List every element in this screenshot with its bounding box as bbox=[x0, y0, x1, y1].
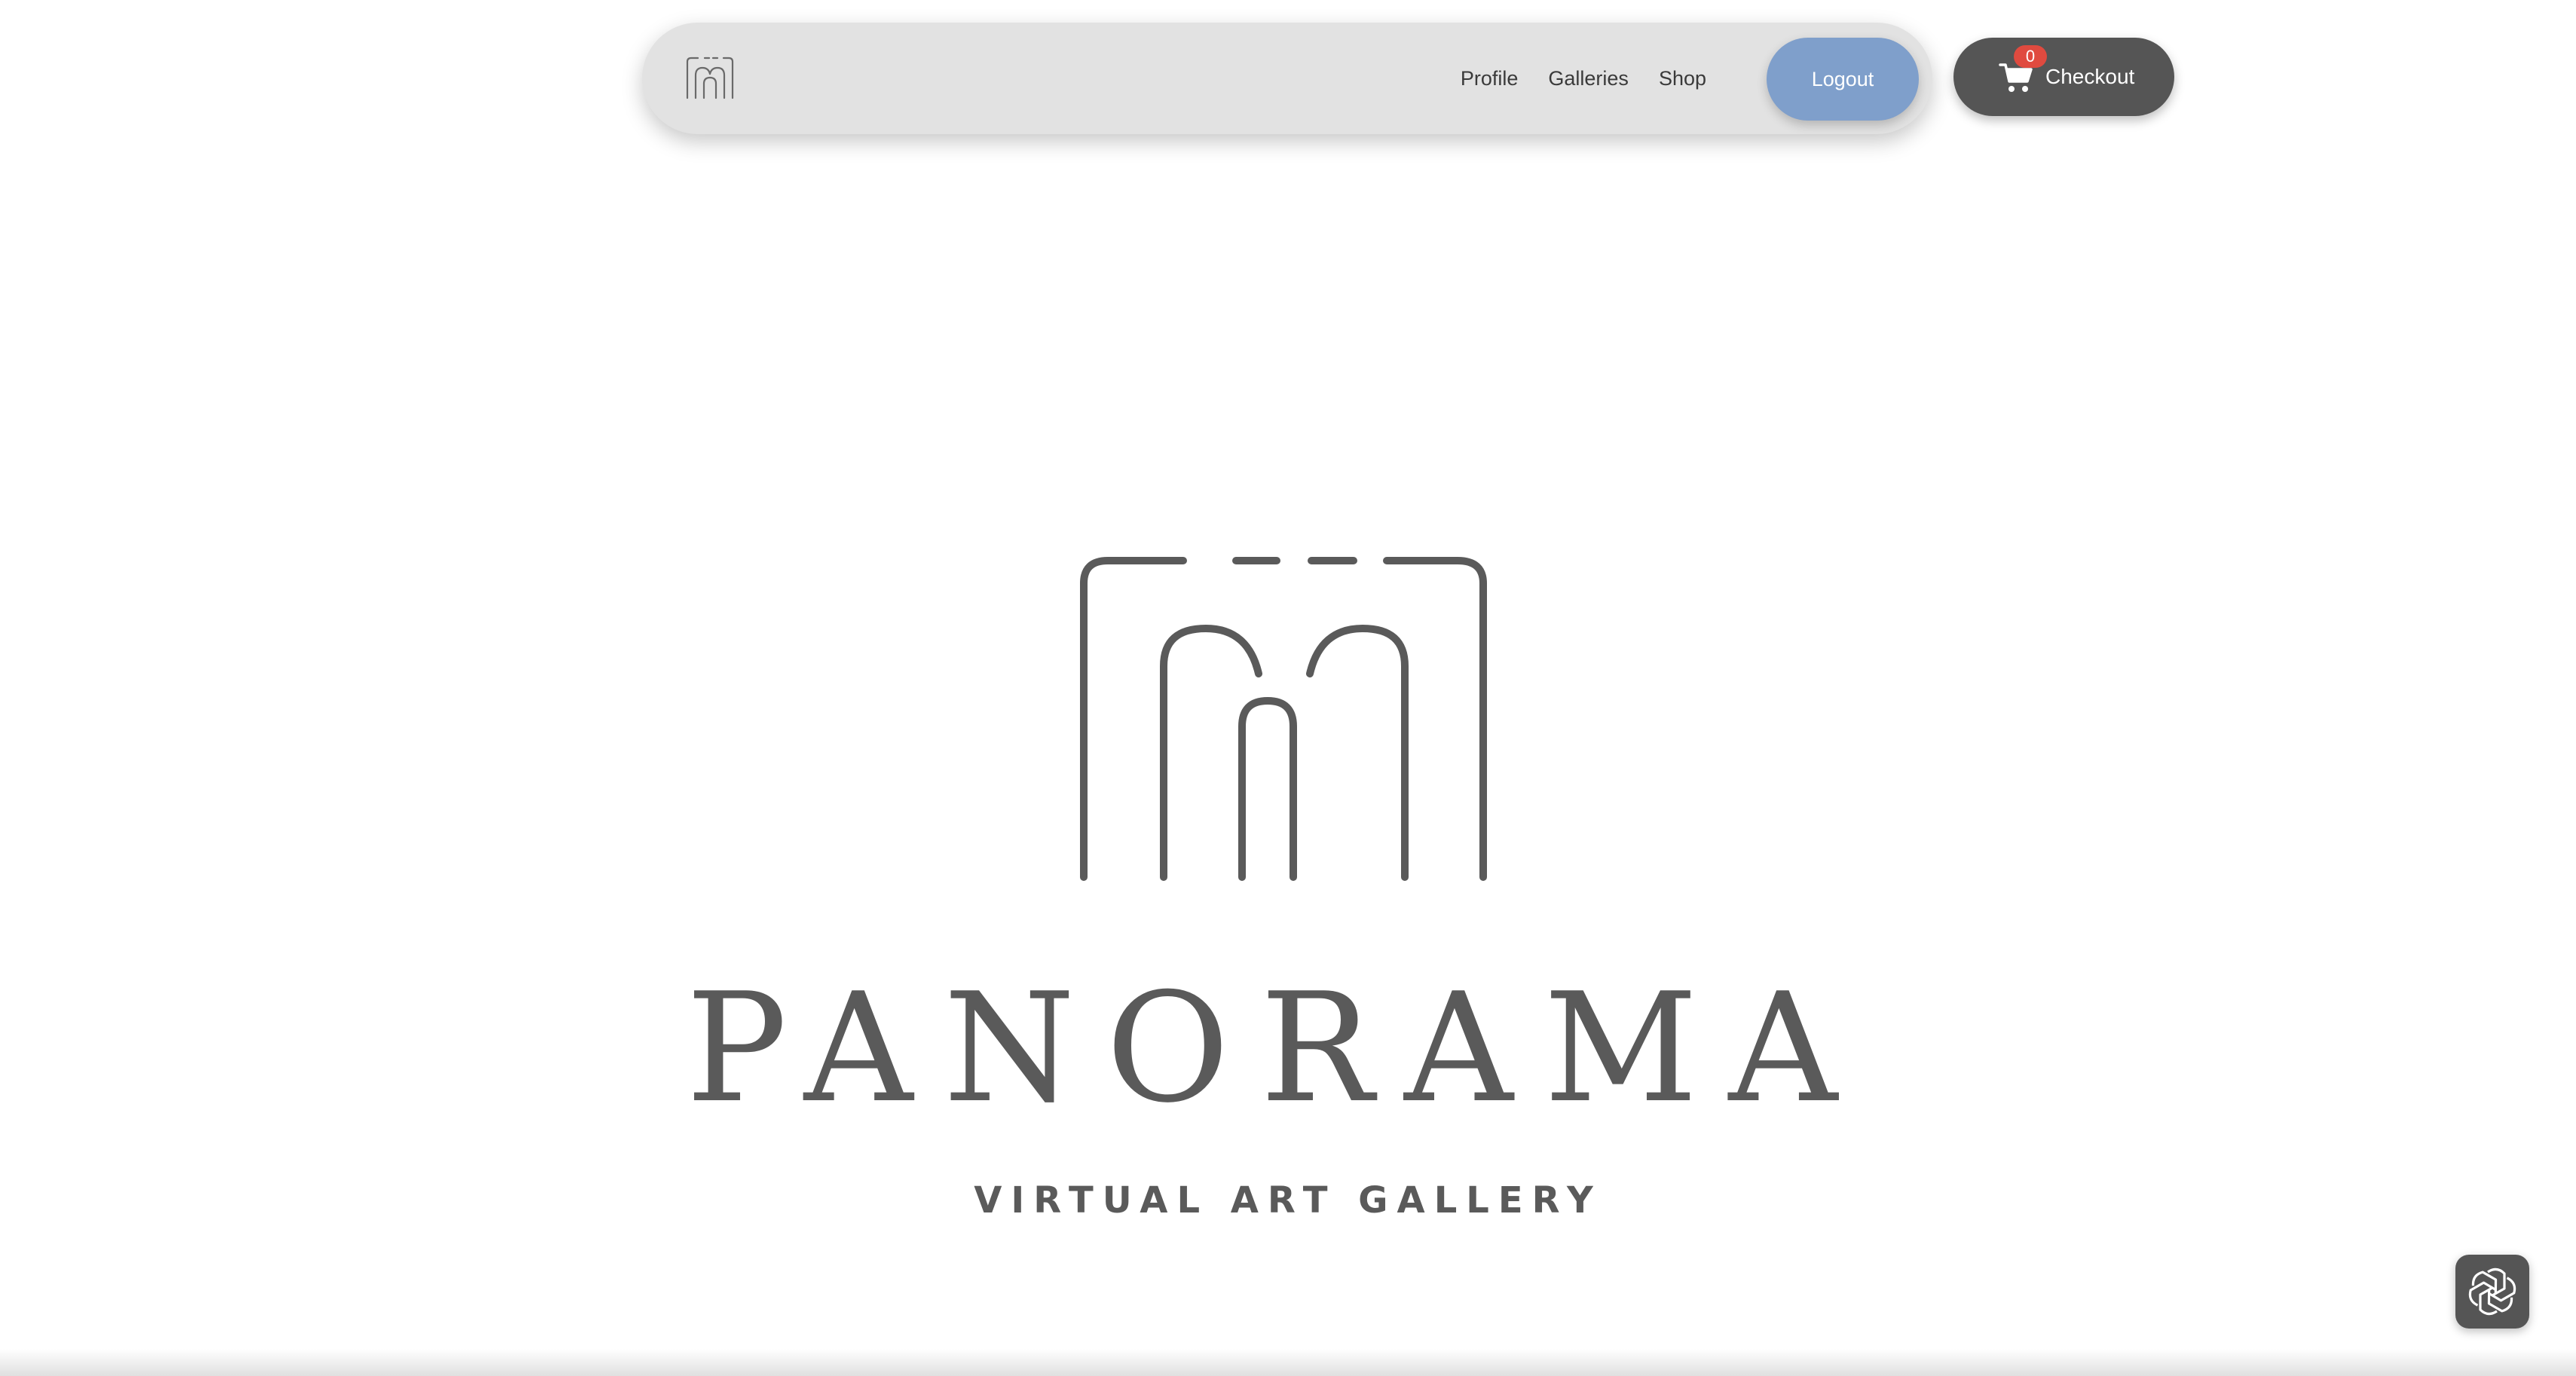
logout-button[interactable]: Logout bbox=[1767, 38, 1919, 121]
top-navbar: Profile Galleries Shop Logout bbox=[642, 23, 1932, 134]
cart-count-badge: 0 bbox=[2014, 45, 2047, 68]
hero-tagline: VIRTUAL ART GALLERY bbox=[974, 1179, 1602, 1222]
panorama-logo-icon[interactable] bbox=[684, 56, 736, 99]
nav-link-galleries[interactable]: Galleries bbox=[1548, 67, 1629, 90]
checkout-label: Checkout bbox=[2045, 65, 2135, 88]
panorama-emblem-icon bbox=[1080, 557, 1487, 881]
chatgpt-icon bbox=[2468, 1267, 2516, 1316]
page: Profile Galleries Shop Logout 0 Checkout bbox=[0, 0, 2576, 1376]
nav-link-profile[interactable]: Profile bbox=[1461, 67, 1519, 90]
checkout-button[interactable]: 0 Checkout bbox=[1953, 38, 2174, 116]
assistant-chat-button[interactable] bbox=[2455, 1255, 2529, 1329]
footer-edge-shadow bbox=[0, 1349, 2576, 1376]
nav-links: Profile Galleries Shop bbox=[1461, 23, 1706, 134]
brand-name-text: PANORAMA bbox=[686, 980, 1892, 1115]
panorama-wordmark: PANORAMA bbox=[686, 980, 1892, 1115]
nav-link-shop[interactable]: Shop bbox=[1659, 67, 1706, 90]
